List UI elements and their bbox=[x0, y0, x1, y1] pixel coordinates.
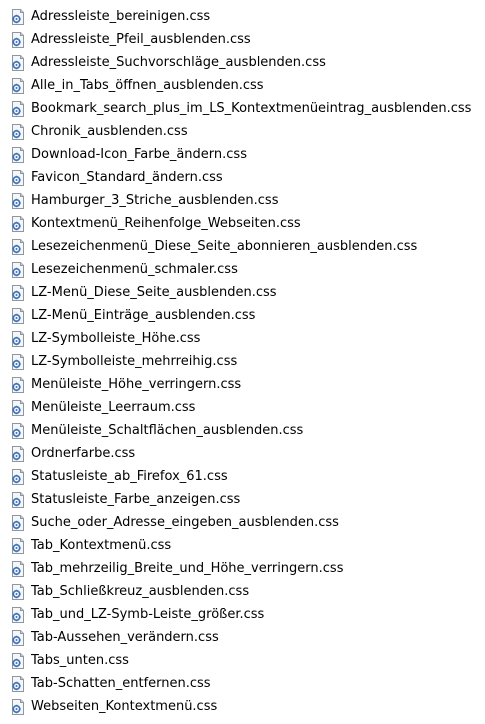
file-name: Tab_Schließkreuz_ausblenden.css bbox=[31, 583, 250, 599]
file-name: LZ-Symbolleiste_Höhe.css bbox=[31, 330, 201, 346]
file-item[interactable]: Lesezeichenmenü_Diese_Seite_abonnieren_a… bbox=[10, 235, 485, 258]
file-item[interactable]: Adressleiste_bereinigen.css bbox=[10, 5, 485, 28]
file-name: Bookmark_search_plus_im_LS_Kontextmenüei… bbox=[31, 100, 472, 116]
file-name: Lesezeichenmenü_Diese_Seite_abonnieren_a… bbox=[31, 238, 418, 254]
file-name: Download-Icon_Farbe_ändern.css bbox=[31, 146, 247, 162]
file-name: Tabs_unten.css bbox=[31, 652, 129, 668]
css-file-icon bbox=[10, 55, 26, 71]
file-item[interactable]: Tab-Aussehen_verändern.css bbox=[10, 626, 485, 649]
css-file-icon bbox=[10, 676, 26, 692]
file-name: Webseiten_Kontextmenü.css bbox=[31, 698, 218, 714]
file-name: Favicon_Standard_ändern.css bbox=[31, 169, 223, 185]
file-item[interactable]: Tabs_unten.css bbox=[10, 649, 485, 672]
file-name: LZ-Menü_Einträge_ausblenden.css bbox=[31, 307, 256, 323]
css-file-icon bbox=[10, 446, 26, 462]
file-name: Menüleiste_Schaltflächen_ausblenden.css bbox=[31, 422, 304, 438]
css-file-icon bbox=[10, 630, 26, 646]
css-file-icon bbox=[10, 699, 26, 715]
css-file-icon bbox=[10, 32, 26, 48]
file-item[interactable]: Suche_oder_Adresse_eingeben_ausblenden.c… bbox=[10, 511, 485, 534]
file-item[interactable]: Tab_Kontextmenü.css bbox=[10, 534, 485, 557]
file-name: Adressleiste_bereinigen.css bbox=[31, 8, 211, 24]
file-name: Ordnerfarbe.css bbox=[31, 445, 136, 461]
file-name: Tab_und_LZ-Symb-Leiste_größer.css bbox=[31, 606, 265, 622]
css-file-icon bbox=[10, 124, 26, 140]
file-name: Tab_mehrzeilig_Breite_und_Höhe_verringer… bbox=[31, 560, 344, 576]
file-name: Hamburger_3_Striche_ausblenden.css bbox=[31, 192, 279, 208]
file-item[interactable]: Tab-Schatten_entfernen.css bbox=[10, 672, 485, 695]
file-name: Tab-Aussehen_verändern.css bbox=[31, 629, 219, 645]
css-file-icon bbox=[10, 538, 26, 554]
css-file-icon bbox=[10, 561, 26, 577]
file-item[interactable]: LZ-Menü_Diese_Seite_ausblenden.css bbox=[10, 281, 485, 304]
css-file-icon bbox=[10, 170, 26, 186]
file-item[interactable]: Adressleiste_Suchvorschläge_ausblenden.c… bbox=[10, 51, 485, 74]
file-name: Menüleiste_Höhe_verringern.css bbox=[31, 376, 242, 392]
file-item[interactable]: Tab_Schließkreuz_ausblenden.css bbox=[10, 580, 485, 603]
file-name: Tab-Schatten_entfernen.css bbox=[31, 675, 211, 691]
css-file-icon bbox=[10, 331, 26, 347]
file-item[interactable]: Webseiten_Kontextmenü.css bbox=[10, 695, 485, 718]
css-file-icon bbox=[10, 354, 26, 370]
css-file-icon bbox=[10, 607, 26, 623]
file-item[interactable]: Statusleiste_Farbe_anzeigen.css bbox=[10, 488, 485, 511]
css-file-icon bbox=[10, 423, 26, 439]
css-file-icon bbox=[10, 400, 26, 416]
file-item[interactable]: Ordnerfarbe.css bbox=[10, 442, 485, 465]
file-item[interactable]: Tab_mehrzeilig_Breite_und_Höhe_verringer… bbox=[10, 557, 485, 580]
css-file-icon bbox=[10, 216, 26, 232]
file-item[interactable]: Chronik_ausblenden.css bbox=[10, 120, 485, 143]
file-item[interactable]: Adressleiste_Pfeil_ausblenden.css bbox=[10, 28, 485, 51]
file-item[interactable]: Menüleiste_Leerraum.css bbox=[10, 396, 485, 419]
css-file-icon bbox=[10, 78, 26, 94]
file-item[interactable]: LZ-Menü_Einträge_ausblenden.css bbox=[10, 304, 485, 327]
css-file-icon bbox=[10, 285, 26, 301]
file-item[interactable]: LZ-Symbolleiste_Höhe.css bbox=[10, 327, 485, 350]
file-item[interactable]: Kontextmenü_Reihenfolge_Webseiten.css bbox=[10, 212, 485, 235]
file-name: Lesezeichenmenü_schmaler.css bbox=[31, 261, 238, 277]
file-item[interactable]: Download-Icon_Farbe_ändern.css bbox=[10, 143, 485, 166]
file-name: Tab_Kontextmenü.css bbox=[31, 537, 172, 553]
file-name: Adressleiste_Suchvorschläge_ausblenden.c… bbox=[31, 54, 326, 70]
css-file-icon bbox=[10, 101, 26, 117]
file-item[interactable]: Bookmark_search_plus_im_LS_Kontextmenüei… bbox=[10, 97, 485, 120]
file-name: LZ-Menü_Diese_Seite_ausblenden.css bbox=[31, 284, 277, 300]
file-item[interactable]: Favicon_Standard_ändern.css bbox=[10, 166, 485, 189]
file-name: Chronik_ausblenden.css bbox=[31, 123, 188, 139]
css-file-icon bbox=[10, 377, 26, 393]
css-file-icon bbox=[10, 469, 26, 485]
file-item[interactable]: Tab_und_LZ-Symb-Leiste_größer.css bbox=[10, 603, 485, 626]
file-name: Statusleiste_Farbe_anzeigen.css bbox=[31, 491, 241, 507]
css-file-icon bbox=[10, 147, 26, 163]
file-item[interactable]: Statusleiste_ab_Firefox_61.css bbox=[10, 465, 485, 488]
file-item[interactable]: Lesezeichenmenü_schmaler.css bbox=[10, 258, 485, 281]
file-item[interactable]: Hamburger_3_Striche_ausblenden.css bbox=[10, 189, 485, 212]
css-file-icon bbox=[10, 262, 26, 278]
css-file-icon bbox=[10, 193, 26, 209]
file-name: Alle_in_Tabs_öffnen_ausblenden.css bbox=[31, 77, 264, 93]
file-name: Menüleiste_Leerraum.css bbox=[31, 399, 196, 415]
css-file-icon bbox=[10, 308, 26, 324]
css-file-icon bbox=[10, 9, 26, 25]
file-item[interactable]: Menüleiste_Schaltflächen_ausblenden.css bbox=[10, 419, 485, 442]
file-item[interactable]: Alle_in_Tabs_öffnen_ausblenden.css bbox=[10, 74, 485, 97]
css-file-icon bbox=[10, 239, 26, 255]
file-name: LZ-Symbolleiste_mehrreihig.css bbox=[31, 353, 238, 369]
css-file-icon bbox=[10, 492, 26, 508]
css-file-icon bbox=[10, 584, 26, 600]
file-name: Kontextmenü_Reihenfolge_Webseiten.css bbox=[31, 215, 301, 231]
file-name: Suche_oder_Adresse_eingeben_ausblenden.c… bbox=[31, 514, 339, 530]
file-item[interactable]: LZ-Symbolleiste_mehrreihig.css bbox=[10, 350, 485, 373]
css-file-icon bbox=[10, 515, 26, 531]
file-item[interactable]: Menüleiste_Höhe_verringern.css bbox=[10, 373, 485, 396]
file-list: Adressleiste_bereinigen.css Adressleiste_… bbox=[0, 0, 485, 718]
file-name: Adressleiste_Pfeil_ausblenden.css bbox=[31, 31, 251, 47]
file-name: Statusleiste_ab_Firefox_61.css bbox=[31, 468, 228, 484]
css-file-icon bbox=[10, 653, 26, 669]
